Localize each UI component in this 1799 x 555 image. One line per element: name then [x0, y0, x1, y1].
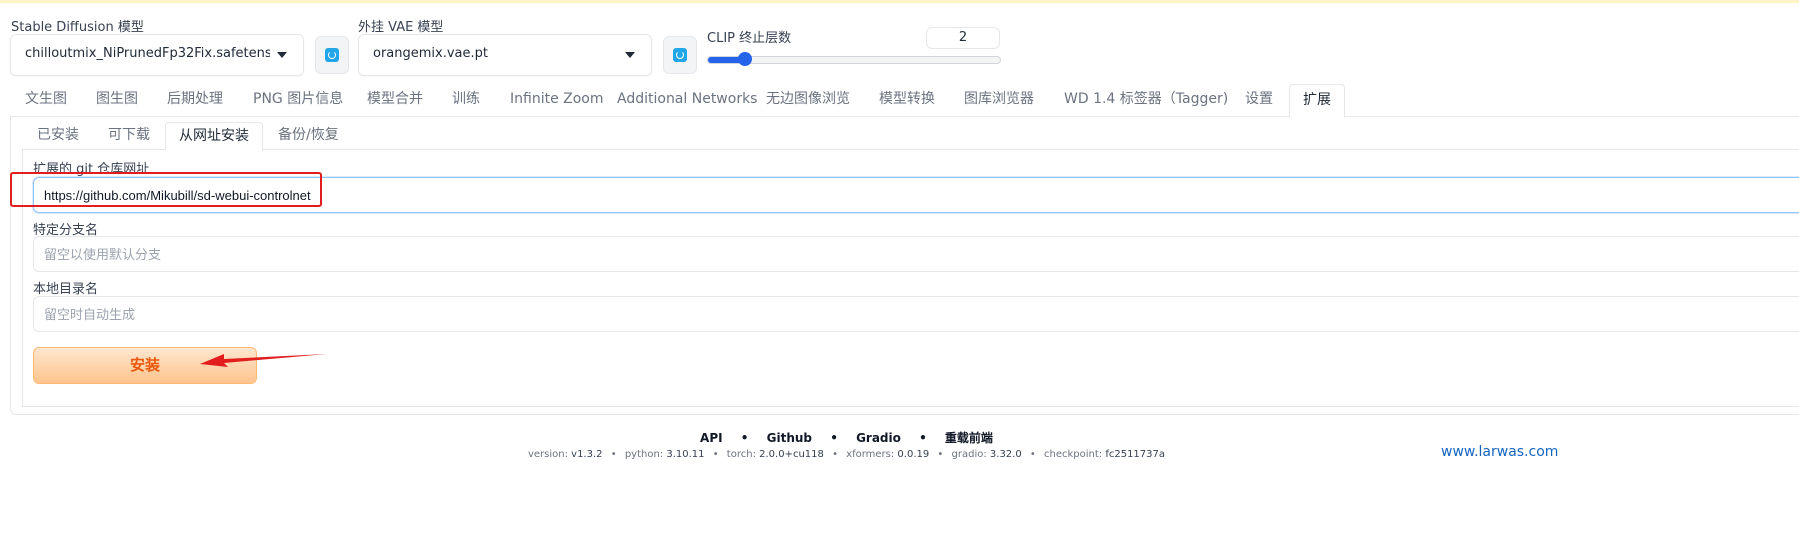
vae-label: 外挂 VAE 模型	[358, 20, 444, 35]
clip-label: CLIP 终止层数	[707, 31, 792, 46]
tab-extensions[interactable]: 扩展	[1289, 84, 1345, 118]
tab-tagger[interactable]: WD 1.4 标签器（Tagger)	[1064, 84, 1228, 116]
subtab-install-from-url[interactable]: 从网址安装	[165, 122, 263, 151]
footer-separator: •	[937, 449, 944, 460]
chevron-down-icon	[277, 52, 287, 58]
footer-separator: •	[919, 431, 927, 445]
clip-slider[interactable]	[707, 52, 1001, 66]
tab-train[interactable]: 训练	[452, 84, 480, 116]
subtab-available[interactable]: 可下载	[108, 122, 150, 149]
footer-link-github[interactable]: Github	[767, 431, 812, 445]
tab-png-info[interactable]: PNG 图片信息	[253, 84, 343, 116]
info-xformers-value: 0.0.19	[897, 449, 930, 460]
footer-separator: •	[832, 449, 838, 460]
vae-value: orangemix.vae.pt	[373, 46, 488, 61]
vae-refresh-button[interactable]	[663, 36, 697, 74]
tab-txt2img[interactable]: 文生图	[25, 84, 67, 116]
info-torch-value: 2.0.0+cu118	[759, 449, 824, 460]
sd-model-value: chilloutmix_NiPrunedFp32Fix.safetensors …	[25, 46, 270, 61]
tab-settings[interactable]: 设置	[1245, 84, 1273, 116]
footer-link-api[interactable]: API	[700, 431, 723, 445]
subtab-backup-restore[interactable]: 备份/恢复	[278, 122, 339, 149]
tab-additional-networks[interactable]: Additional Networks	[617, 84, 757, 116]
tab-infinite-image-browsing[interactable]: 无边图像浏览	[766, 84, 850, 116]
footer-link-reload-ui[interactable]: 重载前端	[945, 431, 993, 445]
extension-subtabs: 已安装 可下载 从网址安装 备份/恢复	[22, 122, 1799, 151]
sd-model-refresh-button[interactable]	[315, 36, 349, 74]
tab-checkpoint-merger[interactable]: 模型合并	[367, 84, 423, 116]
info-gradio-key: gradio:	[951, 449, 990, 460]
vae-select[interactable]: orangemix.vae.pt	[358, 34, 652, 76]
watermark: www.larwas.com	[1441, 444, 1559, 460]
url-highlight-box	[10, 172, 322, 207]
info-torch-key: torch:	[726, 449, 760, 460]
tab-model-converter[interactable]: 模型转换	[879, 84, 935, 116]
footer-separator: •	[830, 431, 838, 445]
dir-input[interactable]	[34, 297, 1784, 331]
branch-input[interactable]	[34, 237, 1784, 271]
sd-model-select[interactable]: chilloutmix_NiPrunedFp32Fix.safetensors …	[10, 34, 304, 76]
info-version-key: version:	[527, 449, 572, 460]
tab-infinite-zoom[interactable]: Infinite Zoom	[510, 84, 604, 116]
clip-number-input[interactable]: 2	[926, 27, 1000, 49]
info-checkpoint-key: checkpoint:	[1044, 449, 1106, 460]
sd-model-label: Stable Diffusion 模型	[11, 20, 144, 35]
branch-field	[33, 236, 1799, 272]
footer-links: API • Github • Gradio • 重载前端	[0, 429, 1693, 446]
footer-separator: •	[610, 449, 617, 460]
refresh-icon	[673, 48, 687, 62]
main-tabs: 文生图 图生图 后期处理 PNG 图片信息 模型合并 训练 Infinite Z…	[10, 84, 1799, 118]
tab-extras[interactable]: 后期处理	[167, 84, 223, 116]
dir-field	[33, 296, 1799, 332]
tab-image-browser[interactable]: 图库浏览器	[964, 84, 1034, 116]
footer-separator: •	[1029, 449, 1036, 460]
refresh-icon	[325, 48, 339, 62]
footer-link-gradio[interactable]: Gradio	[856, 431, 901, 445]
info-version-value: v1.3.2	[571, 449, 603, 460]
red-arrow-annotation	[200, 354, 327, 367]
info-gradio-value: 3.32.0	[989, 449, 1022, 460]
info-python-value: 3.10.11	[666, 449, 705, 460]
info-checkpoint-value: fc2511737a	[1105, 449, 1166, 460]
clip-slider-thumb[interactable]	[738, 52, 752, 66]
subtab-installed[interactable]: 已安装	[37, 122, 79, 149]
top-accent-line	[0, 0, 1799, 3]
dir-label: 本地目录名	[33, 282, 99, 297]
footer-version-info: version: v1.3.2 • python: 3.10.11 • torc…	[0, 449, 1693, 460]
info-xformers-key: xformers:	[846, 449, 898, 460]
footer-separator: •	[740, 431, 749, 445]
footer-separator: •	[712, 449, 719, 460]
tab-img2img[interactable]: 图生图	[96, 84, 138, 116]
chevron-down-icon	[625, 52, 635, 58]
info-python-key: python:	[624, 449, 667, 460]
